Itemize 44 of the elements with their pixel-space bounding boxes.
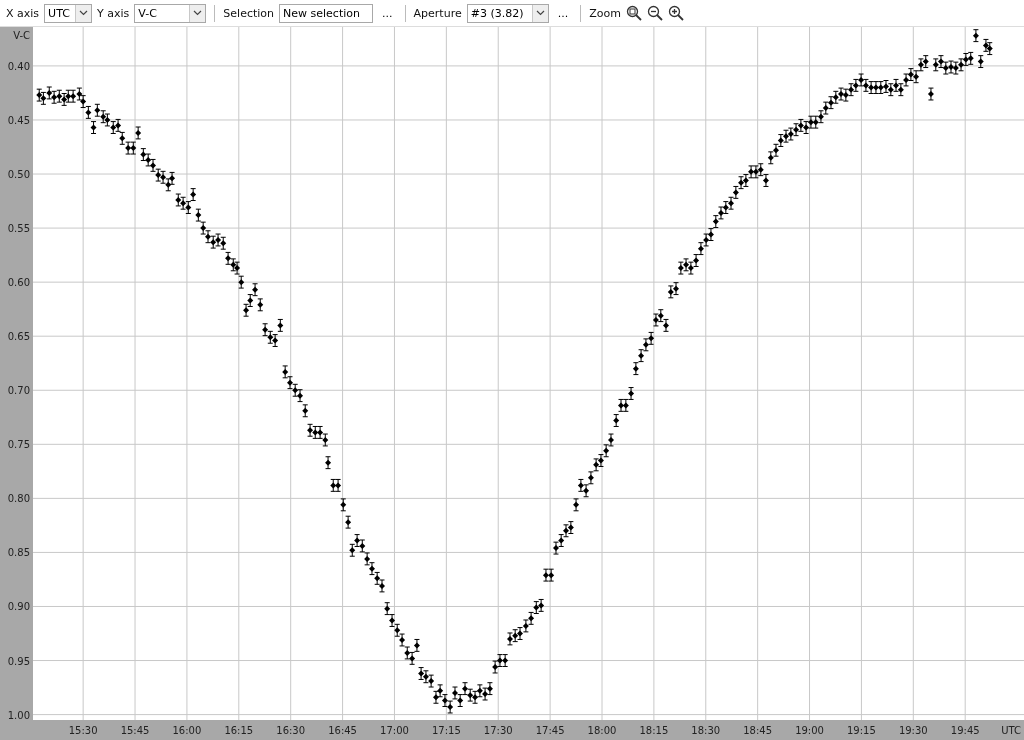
y-tick-label: 0.90 (7, 601, 30, 613)
x-tick-label: 16:30 (276, 725, 306, 736)
x-tick-label: 17:00 (380, 725, 409, 736)
more-button[interactable]: ... (553, 6, 573, 20)
x-tick-label: 19:30 (898, 725, 928, 736)
selection-field[interactable]: New selection (279, 3, 374, 23)
y-tick-label: 0.60 (7, 277, 30, 289)
x-tick-label: 18:00 (587, 725, 617, 736)
y-tick-label: 0.70 (7, 385, 30, 397)
y-axis-dropdown[interactable]: V-C (134, 3, 207, 23)
aperture-dropdown[interactable]: #3 (3.82) (466, 3, 549, 23)
selection-label: Selection (223, 6, 275, 20)
y-tick-label: 0.40 (7, 60, 30, 72)
x-tick-label: 17:15 (431, 725, 461, 736)
aperture-label: Aperture (413, 6, 462, 20)
x-tick-label: 18:30 (691, 725, 721, 736)
x-tick-label: 17:45 (535, 725, 565, 736)
y-tick-label: 0.45 (7, 115, 30, 126)
y-tick-label: 0.65 (7, 331, 30, 343)
x-tick-label: 19:15 (847, 725, 876, 736)
y-tick-label: 0.95 (7, 655, 30, 667)
y-tick-label: 0.50 (7, 169, 30, 181)
y-axis-title: V-C (13, 30, 30, 41)
x-tick-label: 18:15 (639, 725, 669, 736)
y-tick-label: 0.75 (7, 439, 30, 451)
x-tick-label: 17:30 (483, 725, 513, 736)
y-tick-label: 0.80 (7, 493, 30, 505)
x-axis-label: X axis (6, 6, 40, 20)
x-axis-dropdown[interactable]: UTC (44, 3, 93, 23)
x-tick-label: 16:15 (224, 725, 254, 736)
x-tick-label: 19:45 (950, 725, 980, 736)
x-tick-label: 15:45 (120, 725, 150, 736)
x-tick-label: 19:00 (795, 725, 824, 736)
y-tick-label: 0.85 (7, 547, 30, 559)
y-axis-label: Y axis (97, 6, 130, 20)
more-button[interactable]: ... (378, 6, 397, 20)
x-tick-label: 18:45 (743, 725, 773, 736)
x-tick-label: 16:45 (328, 725, 357, 736)
x-tick-label: 16:00 (172, 725, 202, 736)
zoom-label: Zoom (589, 6, 621, 20)
y-tick-label: 0.55 (7, 223, 30, 235)
x-axis-title: UTC (1001, 725, 1021, 736)
y-tick-label: 1.00 (7, 709, 30, 721)
x-tick-label: 15:30 (68, 725, 98, 736)
